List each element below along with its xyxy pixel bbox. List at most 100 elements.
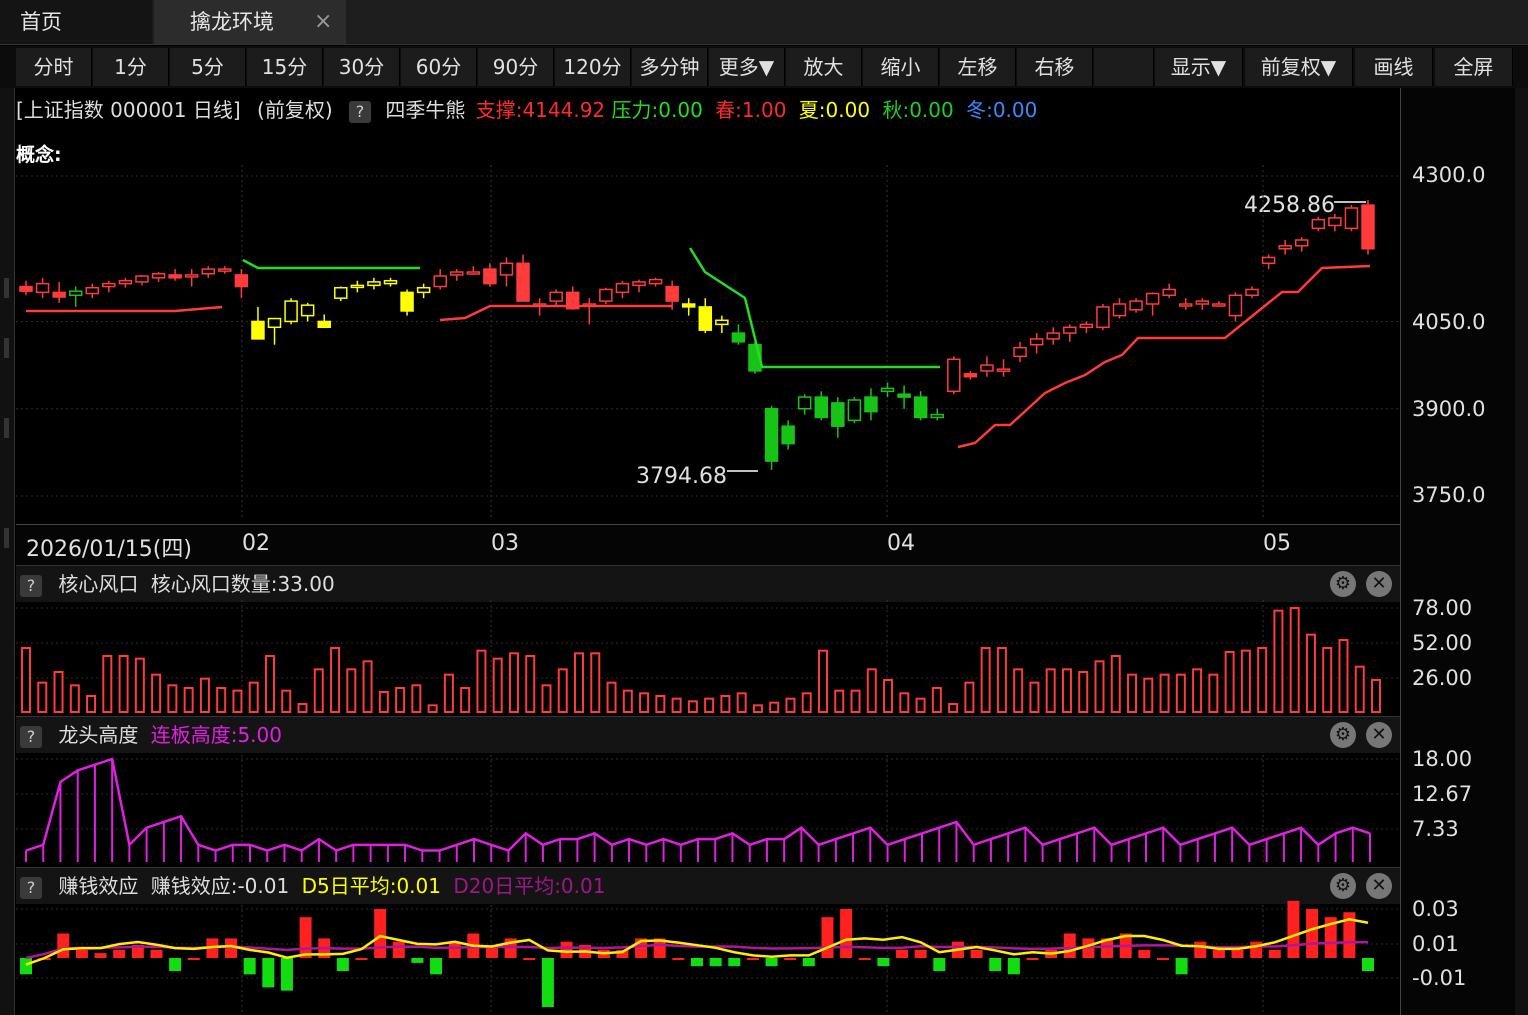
core-bar [720,695,731,713]
candle-body [797,396,812,410]
pressure-line [688,247,940,369]
core-bar [199,677,210,714]
candle-body [681,303,696,308]
candle-body [1311,218,1326,230]
candle-body [135,275,149,283]
money-bar [821,917,834,958]
money-bar [299,917,312,958]
core-bar [102,655,113,713]
candle-body [996,368,1011,372]
core-bar [248,681,259,714]
money-bar [1362,958,1374,972]
candle-body [201,268,215,275]
candle-body [1361,204,1375,250]
candle-body [234,274,249,288]
money-bar [784,958,797,960]
candle-body [963,373,978,378]
core-bar [1305,633,1316,714]
money-bar [560,941,573,958]
money-bar [355,958,368,960]
core-bar [948,703,959,713]
candle-body [184,274,199,278]
candle-body [118,279,133,285]
candle-body [1013,346,1027,358]
money-bar [1212,949,1225,958]
money-bar [94,953,107,958]
candle-body [85,286,100,295]
core-bar [1029,681,1040,714]
candle-body [400,291,414,312]
candle-body [632,281,646,287]
core-bar [964,681,975,714]
core-bar [817,649,828,714]
money-bar [411,958,424,963]
money-bar [728,958,741,967]
candle-body [300,304,315,317]
candle-body [715,319,729,326]
money-bar [877,958,890,967]
money-bar [448,941,461,958]
core-bar [167,684,178,713]
candle-body [1029,338,1044,346]
core-bar [850,689,861,714]
core-bar [1175,673,1186,714]
core-bar [752,704,763,713]
candle-body [1212,303,1226,307]
candle-body [1294,239,1309,247]
core-bar [574,652,585,713]
candle-body [1328,217,1342,227]
core-bar [378,691,389,713]
money-bar [840,909,853,958]
core-bar [915,697,926,714]
candle-body [1344,207,1359,230]
money-bar [1063,933,1076,958]
core-bar [541,684,552,713]
core-bar [671,697,682,714]
money-bar [1175,958,1188,975]
money-bar [523,958,536,960]
candle-body [897,393,911,398]
candle-body [1278,245,1292,250]
core-bar [622,689,633,714]
core-bar [1371,679,1381,713]
core-bar [492,657,503,714]
core-bar [86,695,97,713]
money-bar [75,949,88,958]
candle-body [698,306,713,331]
core-bar [1078,671,1089,713]
candle-body [880,387,895,393]
core-bar [443,673,454,714]
candle-body [466,271,481,275]
core-bar [1289,607,1300,713]
money-bar [1156,958,1169,960]
candle-body [980,364,994,372]
core-bar [801,692,812,713]
money-bar [709,958,722,967]
money-bar [336,958,349,972]
core-bar [1257,647,1268,713]
core-bar [395,687,406,713]
money-bar [1194,941,1207,958]
dragon-line [25,757,1371,852]
candle-body [1162,288,1176,297]
chart-canvas[interactable] [0,0,1528,1015]
core-bar [866,668,877,713]
candle-body [1228,294,1243,317]
candle-body [1112,303,1127,317]
candle-body [1195,300,1210,305]
money-bar [765,958,778,967]
core-bar [1045,668,1056,713]
candle-body [284,300,298,323]
candle-body [1145,292,1160,305]
core-bar [590,652,601,713]
core-bar [37,681,48,714]
core-bar [183,687,194,713]
candle-body [1063,326,1077,334]
core-bar [769,701,780,714]
money-bar [746,958,759,960]
money-bar [262,958,275,988]
candle-body [383,279,398,285]
core-bar [69,684,80,713]
core-bar [1110,655,1121,713]
money-bar [430,958,443,975]
